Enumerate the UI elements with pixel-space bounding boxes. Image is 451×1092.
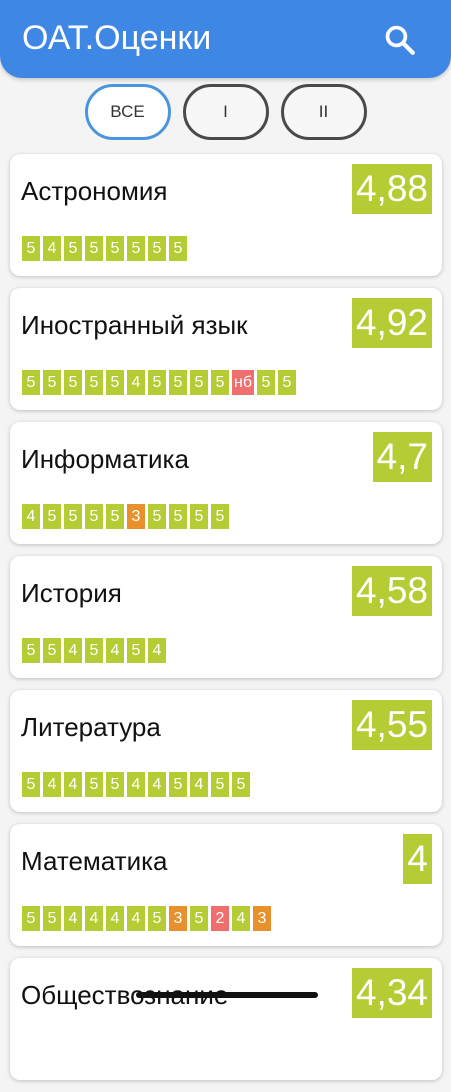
grade-chip[interactable]: 5 [22, 772, 40, 797]
grade-chip[interactable]: 4 [85, 906, 103, 931]
search-icon [385, 25, 415, 55]
grade-chip[interactable]: 5 [43, 906, 61, 931]
grade-chip[interactable]: 2 [211, 906, 229, 931]
grade-chip[interactable]: 5 [169, 236, 187, 261]
filter-button-0[interactable]: ВСЕ [84, 84, 171, 140]
subject-name: Литература [21, 712, 161, 742]
grade-chip[interactable]: 5 [64, 504, 82, 529]
grade-chip[interactable]: 5 [127, 236, 145, 261]
grades-row: 5 5 5 5 5 4 5 5 5 5 нб 5 5 [22, 370, 296, 395]
grade-chip[interactable]: 5 [148, 236, 166, 261]
grade-chip[interactable]: 5 [64, 370, 82, 395]
grade-chip[interactable]: 4 [64, 906, 82, 931]
grade-chip[interactable]: 5 [148, 370, 166, 395]
grade-chip[interactable]: 5 [22, 370, 40, 395]
grade-chip[interactable]: 5 [106, 236, 124, 261]
grade-chip[interactable]: 3 [253, 906, 271, 931]
average-grade-badge: 4,58 [351, 566, 432, 616]
grade-chip[interactable]: 5 [106, 504, 124, 529]
subject-name: Астрономия [21, 176, 168, 206]
grade-chip[interactable]: 5 [278, 370, 296, 395]
average-grade-badge: 4,88 [351, 164, 432, 214]
grade-chip[interactable]: 4 [127, 370, 145, 395]
grade-chip[interactable]: 4 [127, 772, 145, 797]
average-grade-badge: 4,7 [372, 432, 432, 482]
grade-chip[interactable]: 5 [169, 772, 187, 797]
average-grade-badge: 4,55 [351, 700, 432, 750]
grade-chip[interactable]: 5 [190, 906, 208, 931]
grade-chip[interactable]: 4 [106, 906, 124, 931]
grade-chip[interactable]: 5 [85, 772, 103, 797]
grade-chip[interactable]: 5 [85, 236, 103, 261]
grade-chip[interactable]: 5 [211, 772, 229, 797]
grade-chip[interactable]: 5 [22, 236, 40, 261]
grade-chip[interactable]: 5 [257, 370, 275, 395]
grade-chip[interactable]: 5 [106, 370, 124, 395]
period-filter-bar: ВСЕ I II [0, 84, 451, 144]
grade-chip[interactable]: 3 [169, 906, 187, 931]
grade-chip[interactable]: 5 [106, 772, 124, 797]
subject-card[interactable]: Информатика 4,7 4 5 5 5 5 3 5 5 5 5 [10, 422, 442, 544]
grade-chip[interactable]: 5 [43, 504, 61, 529]
subject-name: История [21, 578, 122, 608]
grade-chip[interactable]: нб [232, 370, 254, 395]
grade-chip[interactable]: 5 [211, 504, 229, 529]
grade-chip[interactable]: 5 [85, 370, 103, 395]
grade-chip[interactable]: 5 [22, 906, 40, 931]
grade-chip[interactable]: 5 [85, 638, 103, 663]
grade-chip[interactable]: 5 [22, 638, 40, 663]
grade-chip[interactable]: 3 [127, 504, 145, 529]
grade-chip[interactable]: 4 [43, 772, 61, 797]
grade-chip[interactable]: 5 [169, 504, 187, 529]
grade-chip[interactable]: 5 [127, 638, 145, 663]
grade-chip[interactable]: 5 [190, 370, 208, 395]
subject-card[interactable]: Обществознание 4,34 [10, 958, 442, 1080]
grade-chip[interactable]: 5 [85, 504, 103, 529]
grade-chip[interactable]: 4 [148, 638, 166, 663]
grade-chip[interactable]: 4 [43, 236, 61, 261]
grade-chip[interactable]: 5 [64, 236, 82, 261]
grades-row: 54555555 [22, 236, 187, 261]
grade-chip[interactable]: 5 [43, 370, 61, 395]
subject-list: Астрономия 4,88 5 4 5 5 5 5 5 5 Иностранный язык 4,… [10, 154, 442, 1092]
grade-chip[interactable]: 4 [64, 638, 82, 663]
average-grade-badge: 4,92 [351, 298, 432, 348]
filter-button-1[interactable]: I [182, 84, 269, 140]
app-title: ОАТ.Оценки [22, 19, 212, 57]
average-grade-badge: 4,34 [351, 968, 432, 1018]
search-button[interactable] [378, 18, 422, 62]
subject-name: Иностранный язык [21, 310, 248, 340]
grade-chip[interactable]: 4 [127, 906, 145, 931]
filter-button-2[interactable]: II [280, 84, 367, 140]
subject-card[interactable]: Астрономия 4,88 5 4 5 5 5 5 5 5 [10, 154, 442, 276]
subject-card[interactable]: Иностранный язык 4,92 5 5 5 5 5 4 5 5 5 5 нб 5 5 [10, 288, 442, 410]
average-grade-badge: 4 [403, 834, 432, 884]
grade-chip[interactable]: 4 [148, 772, 166, 797]
subject-card[interactable]: Математика 4 5 5 4 4 4 4 5 3 5 2 4 3 [10, 824, 442, 946]
grade-chip[interactable]: 4 [232, 906, 250, 931]
grade-chip[interactable]: 4 [22, 504, 40, 529]
grades-row: 4555535555 [22, 504, 229, 529]
grades-row: 5545454 [22, 638, 166, 663]
home-indicator[interactable] [136, 992, 318, 998]
subject-card[interactable]: История 4,58 5 5 4 5 4 5 4 [10, 556, 442, 678]
grades-row: 554444535243 [22, 906, 271, 931]
app-bar: ОАТ.Оценки [0, 0, 451, 78]
subject-name: Математика [21, 846, 168, 876]
grade-chip[interactable]: 5 [169, 370, 187, 395]
subject-card[interactable]: Литература 4,55 5 4 4 5 5 4 4 5 4 5 5 [10, 690, 442, 812]
grade-chip[interactable]: 5 [148, 906, 166, 931]
grade-chip[interactable]: 5 [190, 504, 208, 529]
grade-chip[interactable]: 4 [64, 772, 82, 797]
grade-chip[interactable]: 5 [232, 772, 250, 797]
grade-chip[interactable]: 4 [190, 772, 208, 797]
subject-name: Информатика [21, 444, 189, 474]
grade-chip[interactable]: 4 [106, 638, 124, 663]
grade-chip[interactable]: 5 [43, 638, 61, 663]
grade-chip[interactable]: 5 [211, 370, 229, 395]
grades-row: 54455445455 [22, 772, 250, 797]
grade-chip[interactable]: 5 [148, 504, 166, 529]
